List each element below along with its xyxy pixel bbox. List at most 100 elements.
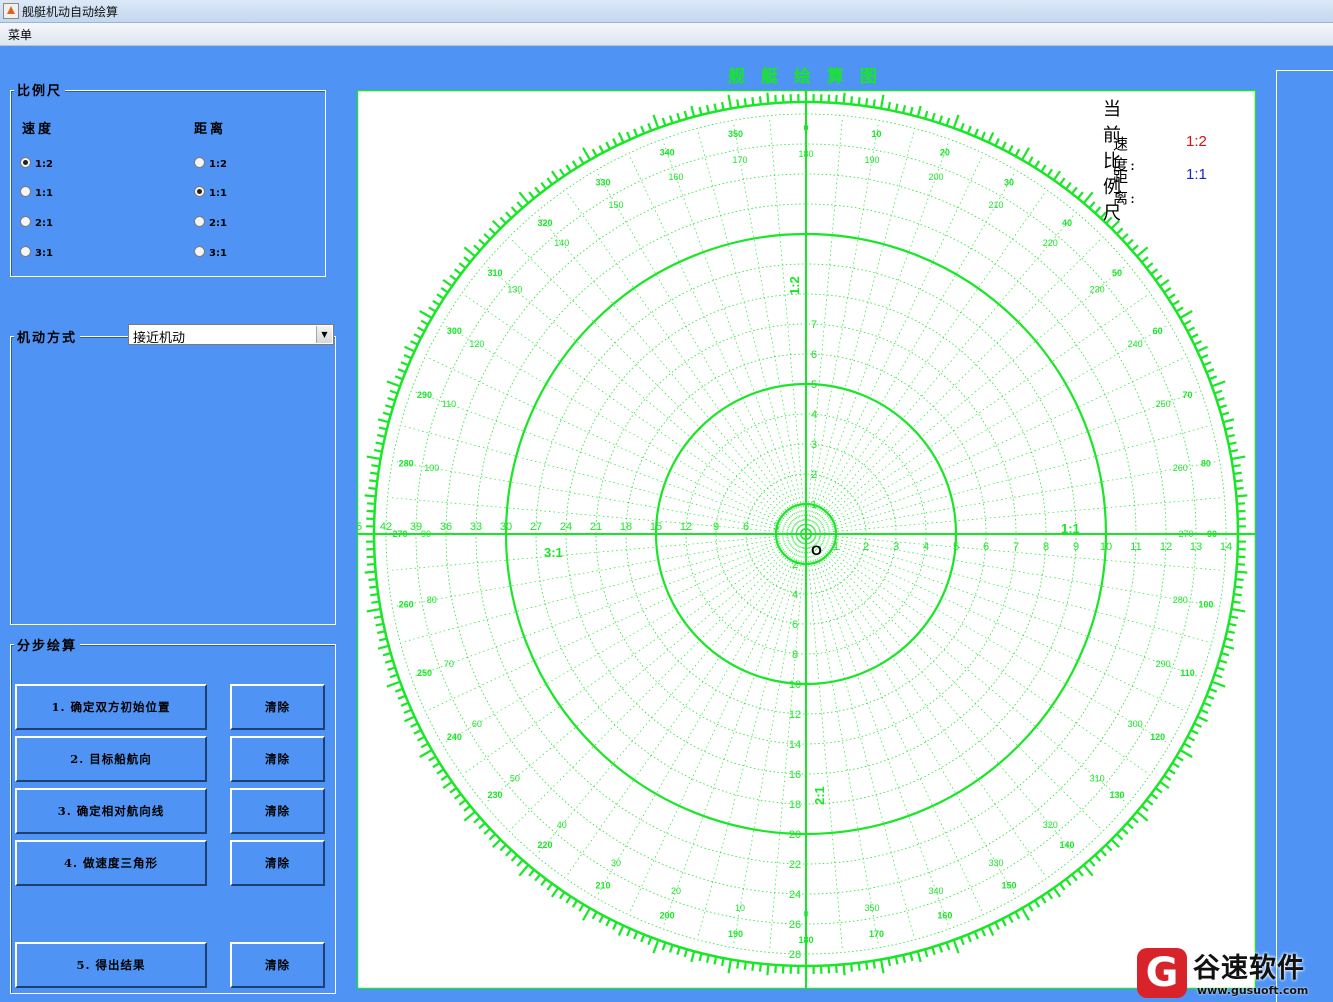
outer-bearing-label: 70 — [1183, 390, 1193, 400]
degree-tick — [736, 960, 740, 969]
right-axis-tick-label: 3 — [893, 541, 899, 553]
degree-tick — [857, 97, 861, 106]
speed-scale-radio-3-1[interactable]: 3:1 — [20, 246, 53, 259]
window-titlebar: 舰艇机动自动绘算 — [0, 0, 1333, 23]
inner-bearing-label: 230 — [1090, 285, 1105, 295]
degree-tick — [743, 98, 747, 107]
menu-item-main[interactable]: 菜单 — [8, 26, 32, 43]
radio-label: 3:1 — [35, 248, 53, 259]
step-1-clear-button[interactable]: 清除 — [230, 684, 325, 730]
left-axis-tick-label: 9 — [713, 521, 719, 533]
degree-tick — [751, 962, 755, 971]
degree-tick — [835, 94, 838, 104]
down-axis-tick-label: 22 — [789, 859, 801, 871]
outer-bearing-label: 230 — [487, 790, 502, 800]
degree-tick — [758, 963, 762, 972]
step-5-result-button[interactable]: 5. 得出结果 — [15, 942, 207, 988]
degree-tick — [774, 94, 777, 104]
degree-tick — [835, 964, 838, 974]
inner-bearing-label: 60 — [472, 719, 482, 729]
degree-tick — [370, 471, 379, 475]
distance-scale-radio-3-1[interactable]: 3:1 — [194, 246, 227, 259]
step-1-initial-position-button[interactable]: 1. 确定双方初始位置 — [15, 684, 207, 730]
degree-tick — [774, 964, 777, 974]
step-2-clear-button[interactable]: 清除 — [230, 736, 325, 782]
watermark-url: www.gusuoft.com — [1197, 984, 1309, 997]
radio-label: 1:2 — [209, 159, 227, 170]
degree-tick — [369, 585, 378, 589]
outer-bearing-label: 200 — [660, 911, 675, 921]
degree-tick — [850, 96, 854, 105]
inner-bearing-label: 20 — [671, 886, 681, 896]
speed-scale-radio-2-1[interactable]: 2:1 — [20, 216, 53, 229]
degree-tick — [369, 479, 378, 483]
radio-dot — [194, 186, 205, 197]
step-5-clear-button[interactable]: 清除 — [230, 942, 325, 988]
outer-bearing-label: 30 — [1004, 177, 1014, 187]
outer-bearing-label: 350 — [728, 129, 743, 139]
left-axis-tick-label: 21 — [590, 521, 602, 533]
degree-tick — [368, 578, 377, 582]
inner-bearing-label: 210 — [988, 200, 1003, 210]
degree-tick — [1234, 479, 1243, 483]
degree-tick — [751, 97, 755, 106]
degree-tick — [720, 101, 725, 111]
right-axis-tick-label: 4 — [923, 541, 929, 553]
degree-tick — [842, 964, 846, 976]
down-axis-tick-label: 24 — [789, 889, 801, 901]
chevron-down-icon[interactable]: ▼ — [316, 326, 332, 343]
right-axis-tick-label: 13 — [1190, 541, 1202, 553]
degree-tick — [766, 964, 770, 976]
outer-bearing-label: 310 — [487, 268, 502, 278]
degree-tick — [887, 957, 892, 967]
left-axis-tick-label: 12 — [680, 521, 692, 533]
distance-scale-radio-1-2[interactable]: 1:2 — [194, 157, 227, 170]
scale-panel — [10, 90, 326, 277]
up-axis-tick-label: 7 — [811, 319, 817, 331]
scale-line-label-1-1: 1:1 — [1061, 521, 1080, 536]
outer-bearing-label: 10 — [871, 129, 881, 139]
maneuver-type-select[interactable]: 接近机动 ▼ — [128, 324, 334, 346]
outer-bearing-label: 40 — [1062, 218, 1072, 228]
menubar: 菜单 — [0, 23, 1333, 46]
down-axis-tick-label: 6 — [792, 619, 798, 631]
up-axis-tick-label: 3 — [811, 439, 817, 451]
inner-bearing-label: 330 — [988, 858, 1003, 868]
left-axis-tick-label: 42 — [380, 521, 392, 533]
inner-bearing-label: 70 — [444, 659, 454, 669]
right-axis-tick-label: 7 — [1013, 541, 1019, 553]
down-axis-tick-label: 12 — [789, 709, 801, 721]
down-axis-tick-label: 2 — [792, 559, 798, 571]
right-axis-tick-label: 10 — [1100, 541, 1112, 553]
window-title: 舰艇机动自动绘算 — [22, 5, 119, 19]
radio-dot — [20, 246, 31, 257]
degree-tick — [366, 563, 376, 566]
step-2-target-course-button[interactable]: 2. 目标船航向 — [15, 736, 207, 782]
distance-scale-radio-2-1[interactable]: 2:1 — [194, 216, 227, 229]
radio-dot — [194, 246, 205, 257]
radio-label: 3:1 — [209, 248, 227, 259]
outer-bearing-label: 320 — [538, 218, 553, 228]
degree-tick — [758, 96, 762, 105]
distance-scale-header: 距离 — [194, 122, 227, 137]
inner-bearing-label: 280 — [1173, 595, 1188, 605]
speed-scale-radio-1-2[interactable]: 1:2 — [20, 157, 53, 170]
distance-scale-radio-1-1[interactable]: 1:1 — [194, 186, 227, 199]
outer-bearing-label: 280 — [399, 458, 414, 468]
down-axis-tick-label: 14 — [789, 739, 801, 751]
outer-bearing-label: 100 — [1198, 600, 1213, 610]
outer-bearing-label: 240 — [447, 732, 462, 742]
down-axis-tick-label: 18 — [789, 799, 801, 811]
step-4-speed-triangle-button[interactable]: 4. 做速度三角形 — [15, 840, 207, 886]
step-3-clear-button[interactable]: 清除 — [230, 788, 325, 834]
radio-label: 1:2 — [35, 159, 53, 170]
inner-bearing-label: 300 — [1128, 719, 1143, 729]
speed-scale-radio-1-1[interactable]: 1:1 — [20, 186, 53, 199]
radio-label: 1:1 — [35, 188, 53, 199]
outer-bearing-label: 150 — [1001, 881, 1016, 891]
step-3-relative-course-button[interactable]: 3. 确定相对航向线 — [15, 788, 207, 834]
step-4-clear-button[interactable]: 清除 — [230, 840, 325, 886]
degree-tick — [1233, 593, 1242, 597]
outer-bearing-label: 120 — [1150, 732, 1165, 742]
down-axis-tick-label: 4 — [792, 589, 798, 601]
